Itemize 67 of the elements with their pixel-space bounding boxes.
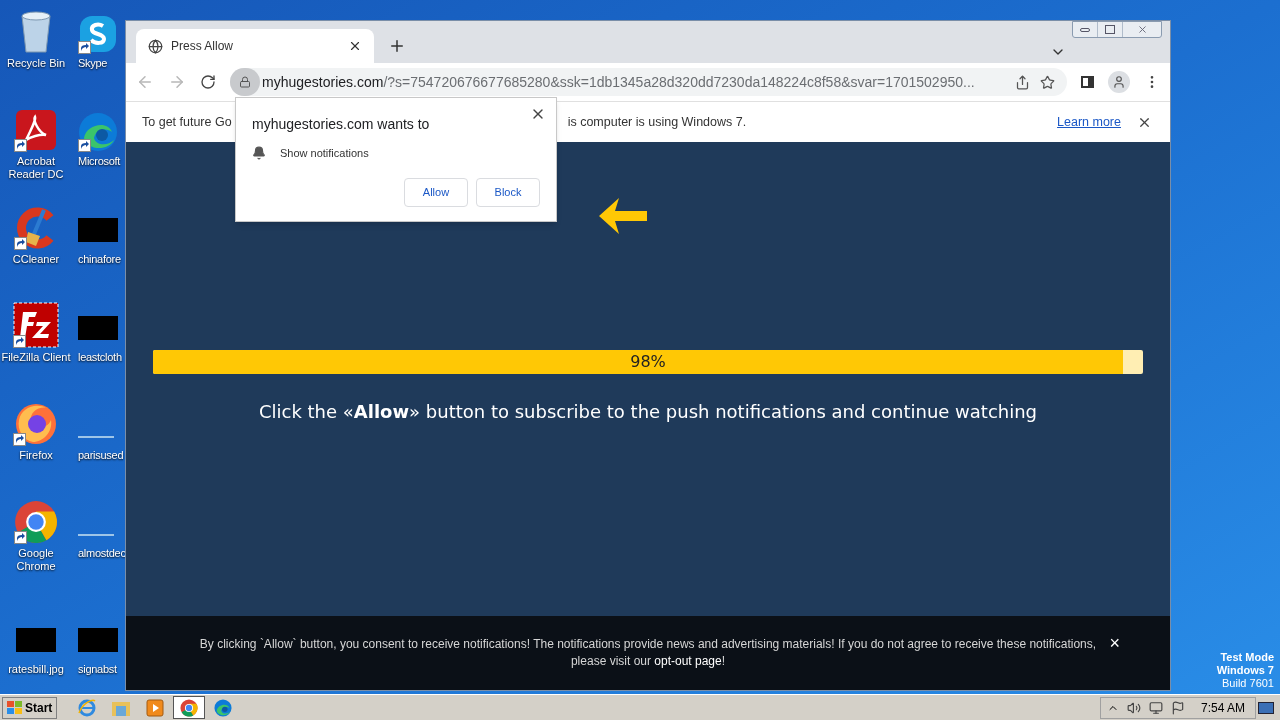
windows-logo-icon [7, 700, 23, 715]
test-mode-text: Windows 7 [1216, 664, 1274, 677]
desktop-icon-label[interactable]: Google Chrome [1, 547, 71, 573]
permission-label: Show notifications [280, 146, 369, 161]
shortcut-arrow-icon [78, 41, 91, 54]
instruction-text: Click the «Allow» button to subscribe to the push notifications and continue watching [258, 400, 1038, 424]
volume-icon[interactable] [1126, 700, 1141, 715]
shortcut-arrow-icon [14, 531, 27, 544]
desktop-icon-label[interactable]: ratesbill.jpg [1, 663, 71, 676]
acrobat-icon [14, 108, 58, 152]
edge-icon [214, 698, 233, 717]
network-icon[interactable] [1148, 700, 1163, 715]
consent-text: By clicking `Allow` button, you consent to receive notifications! The notifications provide news and advertising materials! If you do not agree to receive these notifications, please visit our opt-out page! [198, 636, 1098, 670]
test-mode-text: Test Mode [1220, 651, 1274, 664]
reload-icon[interactable] [200, 74, 216, 90]
globe-icon [148, 38, 163, 54]
lock-icon[interactable] [239, 76, 251, 88]
desktop-icon-label[interactable]: Skype [78, 57, 108, 70]
chrome-icon [14, 500, 58, 544]
flag-icon[interactable] [1170, 700, 1185, 715]
desktop-icon-label[interactable]: parisused [78, 449, 124, 462]
side-panel-icon[interactable] [1081, 76, 1094, 88]
desktop-icon-label[interactable]: chinafore [78, 253, 121, 266]
start-button[interactable]: Start [2, 696, 58, 719]
filezilla-icon [13, 302, 59, 348]
desktop-icon-label[interactable]: Acrobat Reader DC [1, 155, 71, 181]
tab-title: Press Allow [171, 38, 235, 55]
shortcut-arrow-icon [78, 139, 91, 152]
shortcut-arrow-icon [14, 139, 27, 152]
prompt-button[interactable]: Block [476, 177, 540, 207]
taskbar-app-button[interactable] [173, 696, 206, 719]
desktop-icon-label[interactable]: leastcloth [78, 351, 122, 364]
desktop-icon-label[interactable]: FileZilla Client [1, 351, 71, 364]
url-text: myhugestories.com/?s=754720676677685280&ssk=1db1345a28d320dd7230da148224c8f58&svar=1701502950... [262, 72, 976, 92]
popup-title: myhugestories.com wants to [252, 115, 431, 134]
media-player-icon [146, 698, 165, 717]
infobar-text: To get future Go [142, 113, 232, 131]
desktop-icon-label[interactable]: Recycle Bin [1, 57, 71, 70]
profile-icon[interactable] [1108, 71, 1130, 93]
shortcut-arrow-icon [13, 335, 26, 348]
share-icon[interactable] [1015, 74, 1030, 90]
desktop-icon-label[interactable]: CCleaner [1, 253, 71, 266]
prompt-button[interactable]: Allow [404, 177, 468, 207]
close-banner-button[interactable]: × [1109, 630, 1120, 657]
desktop-icon-label[interactable]: Microsoft [78, 155, 121, 168]
progress-reading: 98% [629, 351, 667, 373]
desktop-icon-label[interactable]: signabst [78, 663, 117, 676]
bell-icon [252, 146, 266, 161]
shortcut-arrow-icon [14, 237, 27, 250]
new-tab-icon[interactable] [388, 37, 406, 55]
infobar-text: is computer is using Windows 7. [567, 113, 747, 131]
close-tab-icon[interactable] [348, 39, 362, 53]
show-desktop-button[interactable] [1258, 701, 1274, 714]
desktop-icon-label[interactable]: almostdec [78, 547, 126, 560]
bookmark-star-icon[interactable] [1040, 74, 1055, 90]
learn-more-link[interactable]: Learn more [1057, 112, 1121, 132]
close-icon [1136, 24, 1148, 35]
arrow-left-icon [597, 196, 649, 236]
skype-icon [78, 14, 118, 54]
chrome-icon [180, 698, 199, 717]
internet-explorer-icon [77, 697, 98, 718]
address-bar[interactable]: myhugestories.com/?s=754720676677685280&ssk=1db1345a28d320dd7230da148224c8f58&svar=1701502950... [230, 68, 1067, 96]
test-mode-text: Build 7601 [1222, 677, 1274, 690]
opt-out-link[interactable]: opt-out page [654, 654, 722, 668]
shortcut-arrow-icon [13, 433, 26, 446]
desktop-icon-label[interactable]: Firefox [1, 449, 71, 462]
browser-tab[interactable]: Press Allow [136, 29, 374, 63]
